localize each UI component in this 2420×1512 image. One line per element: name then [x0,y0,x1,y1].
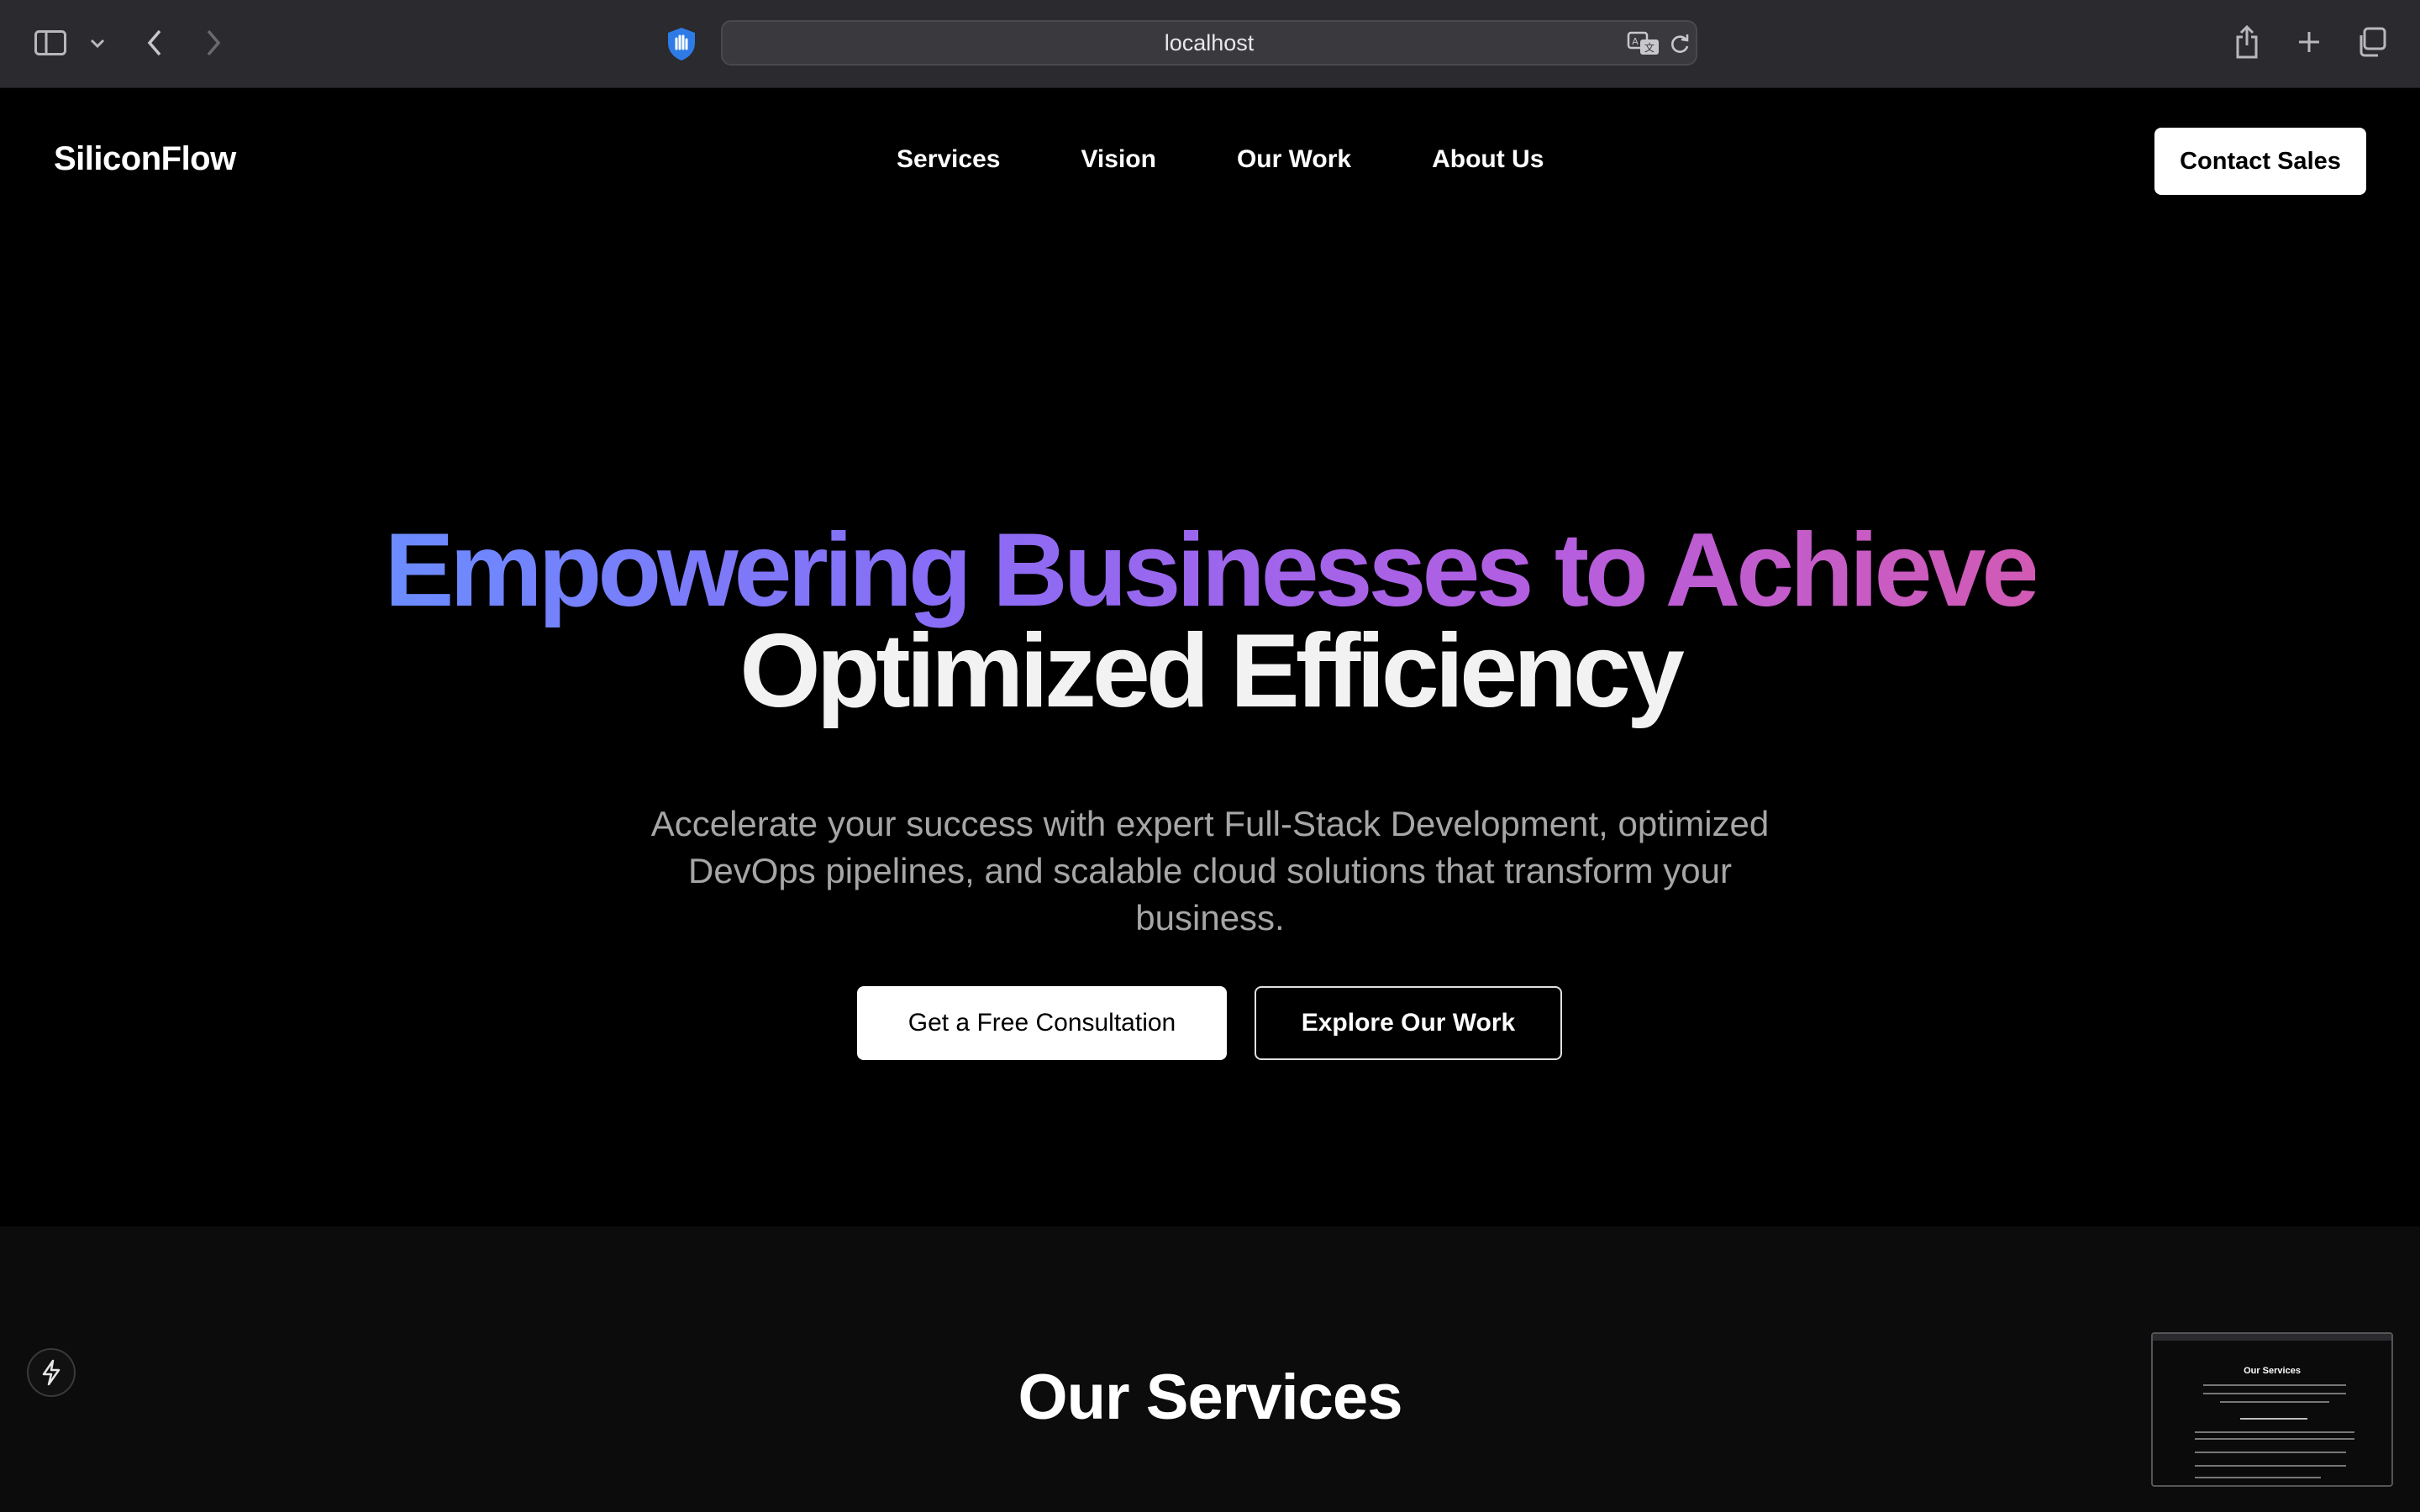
thumbnail-toolbar [2153,1334,2391,1341]
services-title: Our Services [1018,1362,1403,1433]
svg-text:文: 文 [1644,41,1655,54]
nav-links: Services Vision Our Work About Us [897,145,1544,174]
web-page: SiliconFlow Services Vision Our Work Abo… [0,88,2420,1512]
address-bar[interactable]: localhost 文A [721,20,1697,66]
nav-link-about-us[interactable]: About Us [1432,145,1544,174]
back-icon[interactable] [141,27,168,59]
thumbnail-text-line [2195,1477,2321,1478]
site-navbar: SiliconFlow Services Vision Our Work Abo… [0,88,2420,235]
hero-section: Empowering Businesses to Achieve Optimiz… [0,235,2420,1226]
hero-headline-line1: Empowering Businesses to Achieve [384,512,2040,628]
browser-toolbar: localhost 文A [0,0,2420,88]
nav-link-services[interactable]: Services [897,145,1000,174]
contact-sales-button[interactable]: Contact Sales [2154,128,2366,195]
hero-headline-gradient: Empowering Businesses to Achieve [0,518,2420,622]
share-icon[interactable] [2232,24,2262,60]
thumbnail-title: Our Services [2244,1366,2301,1376]
dev-tools-badge[interactable] [27,1348,76,1397]
thumbnail-text-line [2195,1452,2346,1453]
svg-text:A: A [1632,36,1639,47]
lightning-icon [40,1359,62,1386]
thumbnail-text-line [2203,1384,2346,1386]
url-text: localhost [1164,29,1255,55]
thumbnail-text-line [2195,1431,2354,1433]
explore-work-button[interactable]: Explore Our Work [1255,986,1562,1060]
thumbnail-text-line [2195,1438,2354,1440]
thumbnail-text-line [2195,1465,2346,1467]
tab-overview-icon[interactable] [2354,25,2388,59]
forward-icon[interactable] [200,27,227,59]
thumbnail-text-line [2240,1418,2307,1420]
reload-icon[interactable] [1667,32,1692,57]
translate-icon[interactable]: 文A [1627,30,1660,57]
sidebar-toggle-icon[interactable] [34,29,67,57]
thumbnail-text-line [2203,1393,2346,1394]
new-tab-icon[interactable] [2294,27,2324,57]
privacy-shield-icon[interactable] [664,25,699,62]
thumbnail-text-line [2220,1401,2329,1403]
services-section: Our Services [0,1226,2420,1512]
site-logo[interactable]: SiliconFlow [54,140,236,178]
chevron-down-icon[interactable] [87,34,108,54]
free-consultation-button[interactable]: Get a Free Consultation [857,986,1227,1060]
hero-headline-line2: Optimized Efficiency [739,613,1685,729]
nav-link-our-work[interactable]: Our Work [1237,145,1351,174]
hero-subtext: Accelerate your success with expert Full… [650,804,1770,937]
nav-link-vision[interactable]: Vision [1081,145,1155,174]
page-preview-thumbnail[interactable]: Our Services [2151,1332,2393,1487]
